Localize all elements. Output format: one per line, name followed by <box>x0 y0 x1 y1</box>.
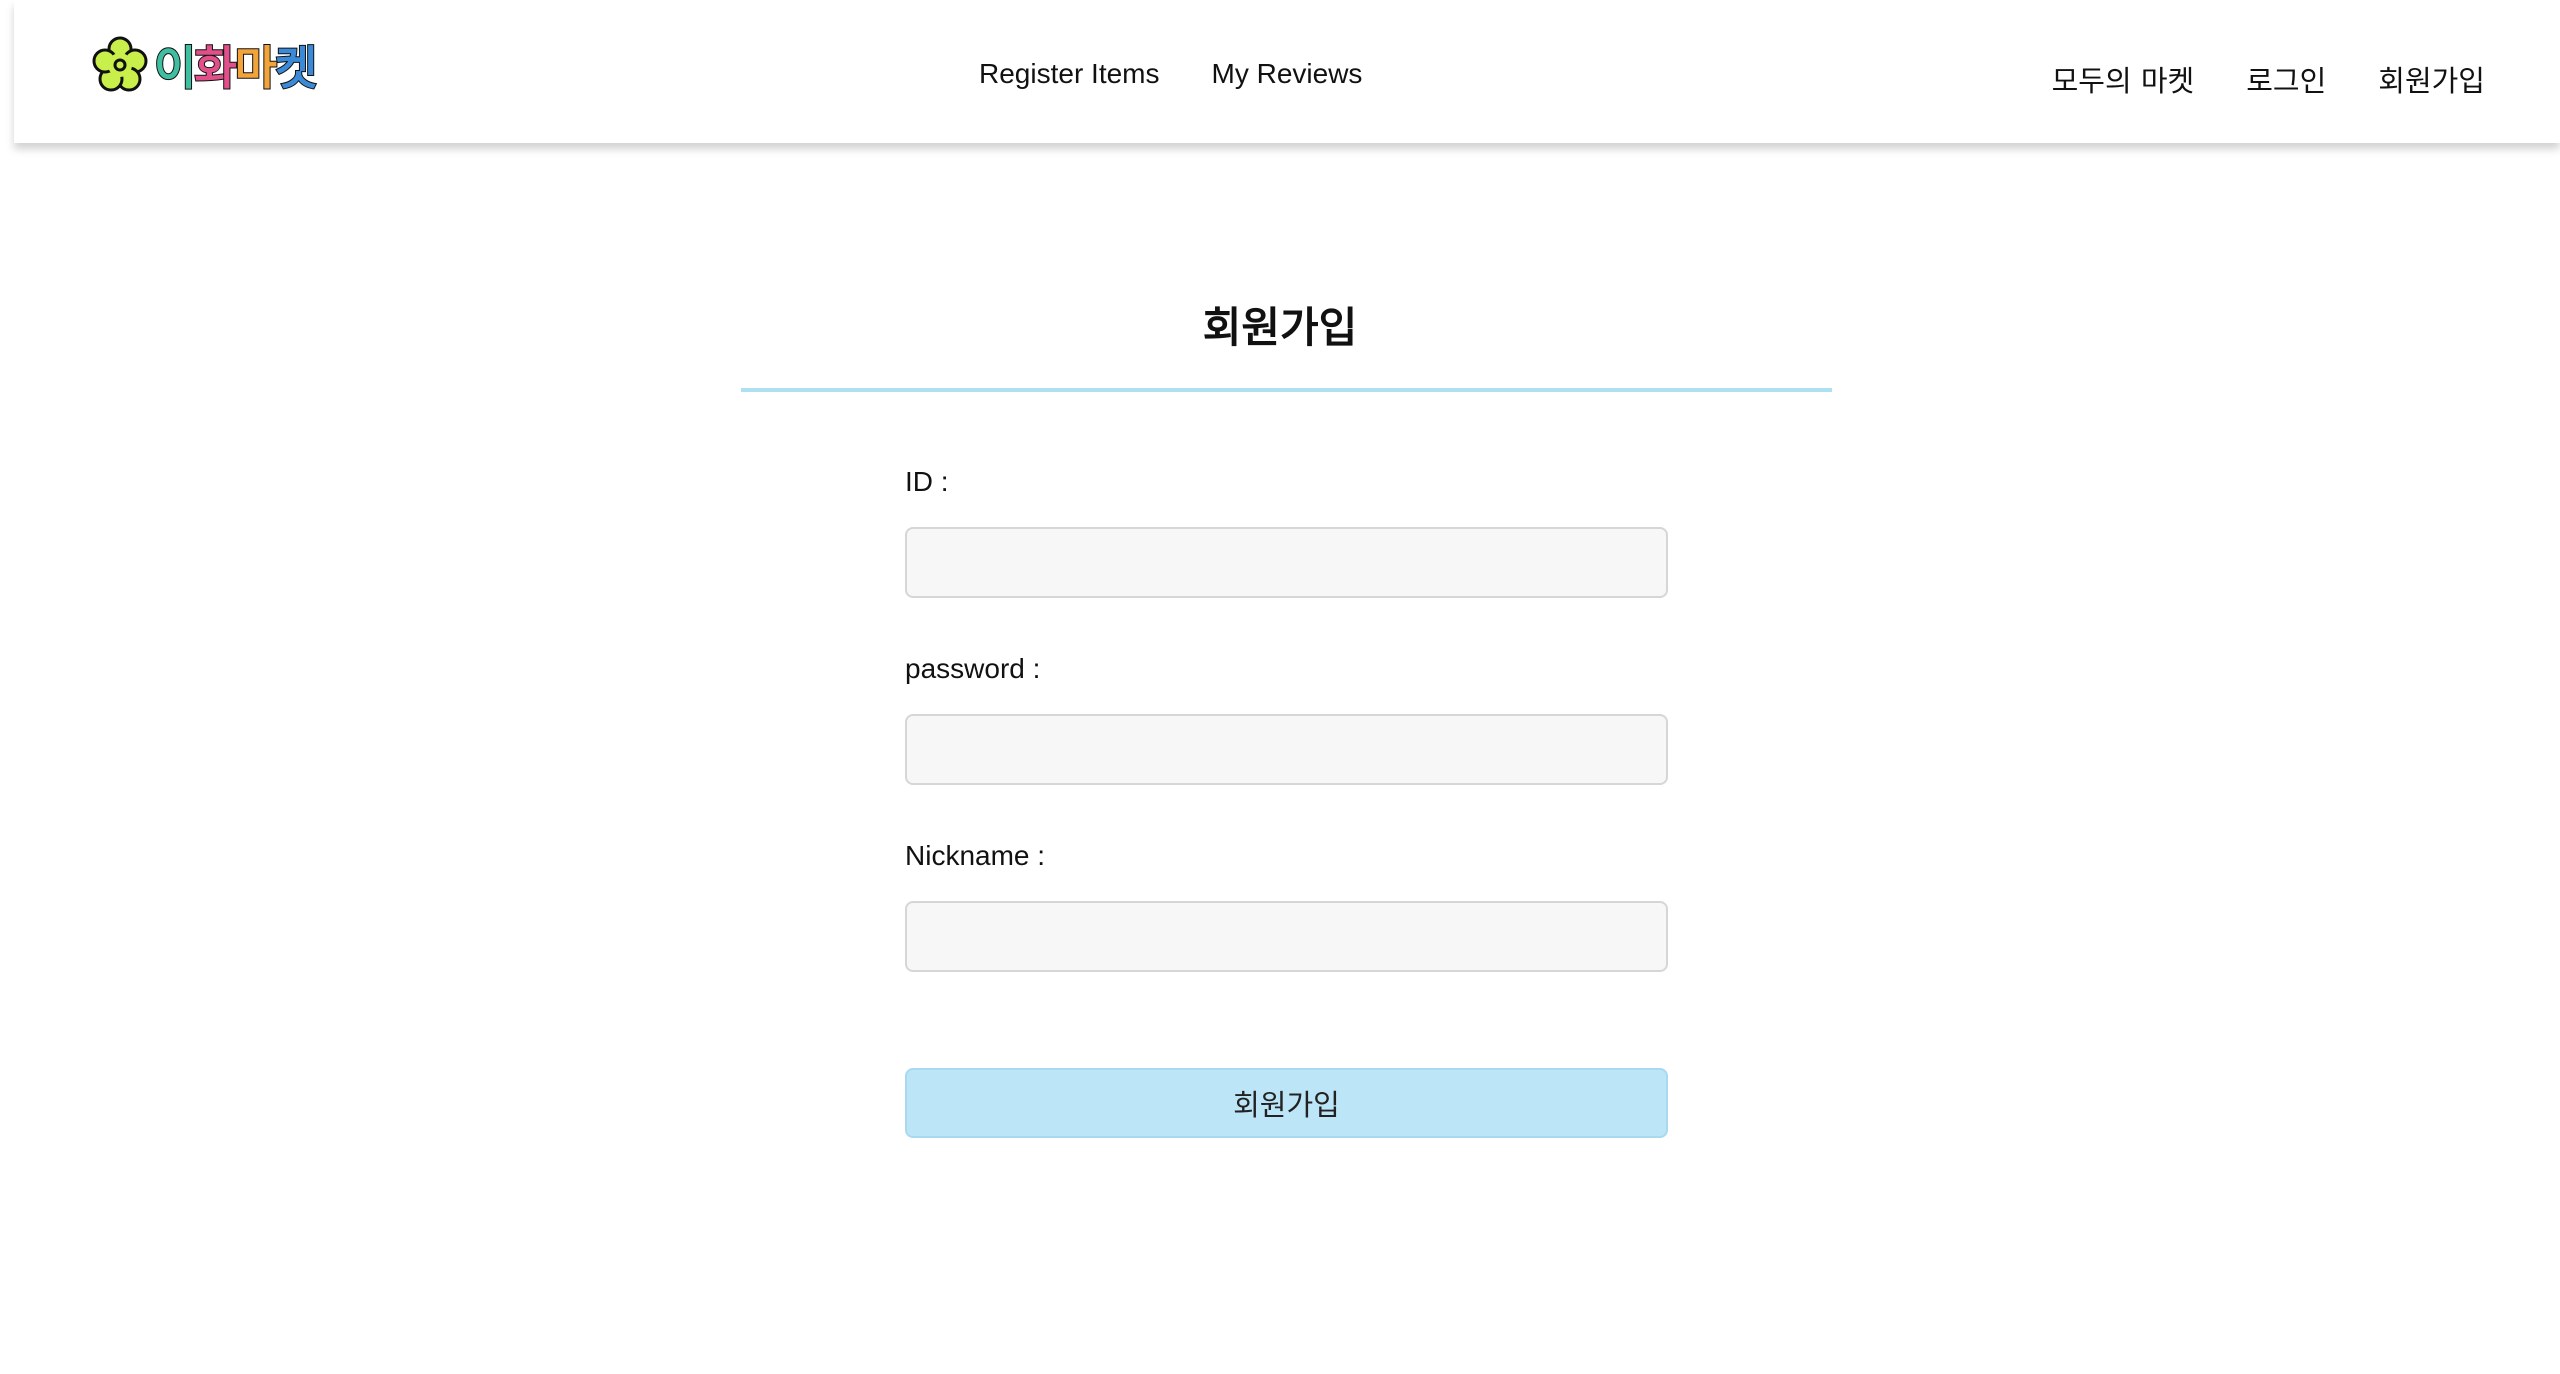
nav-everyones-market[interactable]: 모두의 마켓 <box>2052 58 2195 100</box>
logo-wordmark: 이 화 마 켓 <box>153 32 318 98</box>
id-input[interactable] <box>905 527 1668 598</box>
user-nav: 모두의 마켓 로그인 회원가입 <box>2052 58 2485 100</box>
id-label: ID : <box>905 466 949 497</box>
page-title: 회원가입 <box>1202 303 1358 352</box>
main-nav: Register Items My Reviews <box>979 58 1362 90</box>
nav-my-reviews[interactable]: My Reviews <box>1212 58 1363 90</box>
nav-login[interactable]: 로그인 <box>2246 58 2326 100</box>
flower-logo-icon <box>92 36 148 92</box>
nickname-input[interactable] <box>905 901 1668 972</box>
logo-char: 화 <box>193 40 237 96</box>
title-divider <box>741 388 1832 392</box>
nav-signup[interactable]: 회원가입 <box>2378 58 2485 100</box>
password-input[interactable] <box>905 714 1668 785</box>
logo-char: 켓 <box>274 40 318 96</box>
site-logo[interactable]: 이 화 마 켓 <box>90 30 370 100</box>
password-label: password : <box>905 653 1041 684</box>
top-navigation-bar: 이 화 마 켓 Register Items My Reviews 모두의 마켓… <box>14 0 2560 143</box>
signup-submit-button[interactable]: 회원가입 <box>905 1068 1668 1138</box>
nickname-label: Nickname : <box>905 840 1046 871</box>
nav-register-items[interactable]: Register Items <box>979 58 1160 90</box>
logo-char: 마 <box>234 40 278 96</box>
logo-char: 이 <box>153 40 197 96</box>
